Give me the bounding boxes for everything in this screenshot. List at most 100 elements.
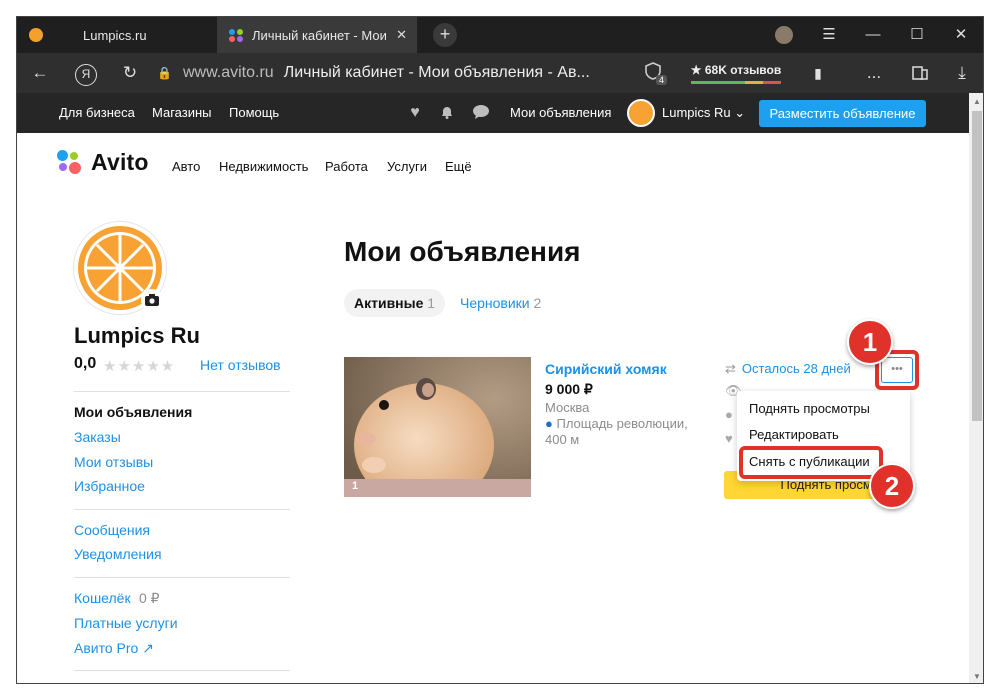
menu-item-edit[interactable]: Редактировать (749, 427, 839, 442)
for-business-link[interactable]: Для бизнеса (59, 93, 135, 133)
scrollbar-thumb[interactable] (972, 111, 982, 421)
nav-more[interactable]: Ещё (445, 159, 472, 174)
address-bar-row: ← Я ↻ 🔒 www.avito.ru Личный кабинет - Мо… (17, 53, 983, 93)
tab-label: Черновики (460, 295, 530, 311)
browser-menu-icon[interactable]: ☰ (807, 17, 851, 53)
metro-text: Площадь революции, 400 м (545, 416, 688, 447)
logo-text: Avito (91, 149, 149, 175)
nav-services[interactable]: Услуги (387, 159, 427, 174)
no-reviews-link[interactable]: Нет отзывов (200, 357, 281, 373)
minimize-button[interactable]: — (851, 17, 895, 53)
ad-remaining[interactable]: ⇄ Осталось 28 дней (725, 361, 851, 377)
sidebar-item-avito-pro[interactable]: Авито Pro ↗ (74, 640, 154, 657)
tab-lumpics[interactable]: Lumpics.ru (17, 17, 217, 53)
divider (74, 577, 290, 578)
sidebar-item-messages[interactable]: Сообщения (74, 522, 150, 538)
camera-icon[interactable] (141, 289, 163, 311)
rating-stars-icon: ★★★★★ (103, 358, 176, 375)
avito-favicon-icon (229, 28, 244, 42)
sidebar-item-notifications[interactable]: Уведомления (74, 546, 162, 562)
collections-icon[interactable] (903, 53, 937, 93)
page-scrollbar[interactable]: ▲ ▼ (969, 93, 983, 683)
tab-title: Lumpics.ru (83, 27, 147, 43)
tab-avito-active[interactable]: Личный кабинет - Мои ✕ (217, 17, 417, 53)
tab-close-icon[interactable]: ✕ (396, 27, 407, 43)
sidebar-item-my-ads[interactable]: Мои объявления (74, 404, 192, 420)
tab-active-ads[interactable]: Активные 1 (344, 289, 446, 317)
extension-badge: 4 (655, 75, 667, 85)
highlight-unpublish-item (739, 446, 883, 479)
tab-count: 2 (533, 295, 542, 311)
my-ads-link[interactable]: Мои объявления (510, 93, 611, 133)
sidebar-item-favorites[interactable]: Избранное (74, 478, 145, 494)
shops-link[interactable]: Магазины (152, 93, 212, 133)
photo-index: 1 (352, 480, 359, 492)
wallet-balance: 0 ₽ (139, 590, 160, 606)
back-arrow-icon[interactable]: ← (23, 53, 57, 93)
reload-icon[interactable]: ↻ (113, 53, 147, 93)
post-ad-button[interactable]: Разместить объявление (759, 100, 926, 127)
ad-photo-hamster[interactable]: 1 (344, 357, 531, 497)
sidebar-item-wallet[interactable]: Кошелёк (74, 590, 131, 606)
reviews-widget[interactable]: ★ 68K отзывов (689, 60, 783, 84)
ad-title-link[interactable]: Сирийский хомяк (545, 361, 667, 377)
sidebar-item-orders[interactable]: Заказы (74, 429, 121, 445)
help-link[interactable]: Помощь (229, 93, 279, 133)
lumpics-favicon-icon (29, 28, 43, 42)
contacts-person-icon: ● (725, 407, 733, 422)
step-2-badge: 2 (869, 463, 915, 509)
scroll-down-arrow-icon[interactable]: ▼ (969, 672, 983, 681)
extension-shield-icon[interactable]: 4 (643, 61, 667, 85)
divider (74, 670, 290, 671)
favorites-heart-icon[interactable]: ♥ (406, 104, 424, 122)
tab-count: 1 (427, 295, 436, 311)
sidebar-item-paid-services[interactable]: Платные услуги (74, 615, 178, 631)
ad-price: 9 000 ₽ (545, 381, 593, 397)
tab-label: Активные (354, 295, 424, 311)
reviews-label: ★ 68K отзывов (690, 63, 782, 77)
url-domain: www.avito.ru (183, 64, 274, 81)
chevron-down-icon: ⌄ (734, 105, 746, 120)
metro-dot-icon: ● (545, 416, 553, 431)
scroll-up-arrow-icon[interactable]: ▲ (969, 97, 983, 106)
notifications-bell-icon[interactable] (438, 104, 456, 122)
lock-icon: 🔒 (157, 66, 172, 80)
new-tab-button[interactable]: + (433, 23, 457, 47)
close-window-button[interactable]: ✕ (939, 17, 983, 53)
yandex-icon[interactable]: Я (69, 53, 103, 93)
nav-jobs[interactable]: Работа (325, 159, 368, 174)
profile-owl-icon[interactable] (775, 26, 793, 44)
remaining-text: Осталось 28 дней (741, 361, 851, 376)
avito-logo[interactable]: Avito (57, 149, 149, 176)
page-title: Мои объявления (344, 236, 581, 267)
menu-item-raise-views[interactable]: Поднять просмотры (749, 401, 870, 416)
user-name: Lumpics Ru (662, 105, 731, 120)
user-menu[interactable]: Lumpics Ru ⌄ (662, 93, 745, 133)
sidebar-item-my-reviews[interactable]: Мои отзывы (74, 454, 153, 470)
reviews-rating-bar (691, 81, 781, 84)
download-icon[interactable]: ⤓ (945, 53, 979, 93)
maximize-button[interactable]: ☐ (895, 17, 939, 53)
tab-bar: Lumpics.ru Личный кабинет - Мои ✕ + ☰ — … (17, 17, 983, 53)
tab-drafts[interactable]: Черновики 2 (460, 295, 541, 311)
favorites-heart-stat-icon: ♥ (725, 431, 733, 446)
avito-top-bar: Для бизнеса Магазины Помощь ♥ Мои объявл… (17, 93, 969, 133)
nav-real-estate[interactable]: Недвижимость (219, 159, 308, 174)
url-field[interactable]: 🔒 www.avito.ru Личный кабинет - Мои объя… (157, 59, 657, 87)
ad-metro: ● Площадь революции, 400 м (545, 416, 695, 448)
profile-rating: 0,0 (74, 355, 97, 372)
more-tools-icon[interactable]: ... (857, 53, 891, 93)
bookmark-icon[interactable]: ▮ (801, 53, 835, 93)
ad-city: Москва (545, 400, 590, 415)
user-avatar[interactable] (627, 99, 655, 127)
avito-logo-icon (57, 149, 83, 176)
page-title-in-address: Личный кабинет - Мои объявления - Ав... (283, 64, 590, 81)
nav-auto[interactable]: Авто (172, 159, 200, 174)
tab-title: Личный кабинет - Мои (252, 27, 387, 43)
step-1-badge: 1 (847, 319, 893, 365)
divider (74, 509, 290, 510)
messages-bubble-icon[interactable] (472, 104, 490, 122)
divider (74, 391, 290, 392)
hamster-image (344, 357, 531, 497)
profile-name: Lumpics Ru (74, 323, 200, 348)
